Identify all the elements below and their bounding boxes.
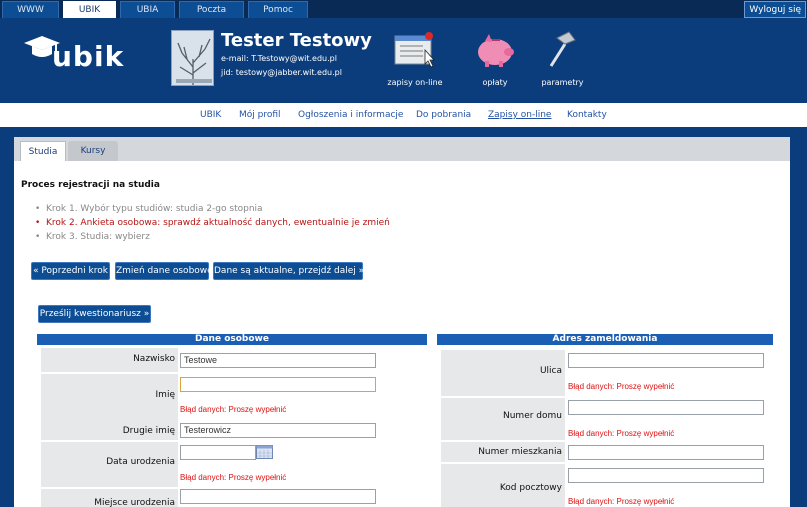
tab-poczta[interactable]: Poczta (179, 1, 244, 18)
label-cell: Imię (41, 374, 178, 422)
imie-error: Błąd danych: Proszę wypełnić (180, 405, 287, 414)
data-urodzenia-input[interactable] (180, 445, 256, 460)
content-tabstrip (14, 137, 790, 161)
label-cell: Data urodzenia (41, 442, 178, 487)
ulica-error: Błąd danych: Proszę wypełnić (568, 382, 675, 391)
change-data-button[interactable]: Zmień dane osobowe (115, 262, 213, 280)
nav-do-pobrania[interactable]: Do pobrania (416, 110, 471, 120)
nav-zapisy-online[interactable]: Zapisy on-line (488, 110, 551, 120)
prev-step-button[interactable]: « Poprzedni krok (31, 262, 110, 280)
label-cell: Ulica (441, 350, 565, 396)
label-ulica: Ulica (539, 366, 562, 376)
label-kod-pocztowy: Kod pocztowy (499, 483, 562, 493)
step-3: Krok 3. Studia: wybierz (35, 232, 150, 242)
parametry-label: parametry (541, 78, 584, 87)
kod-pocztowy-input[interactable] (568, 468, 764, 483)
header: ubik Tester Testowy e-mail: T.Testowy@wi… (0, 18, 807, 103)
numer-mieszkania-input[interactable] (568, 445, 764, 460)
label-nazwisko: Nazwisko (133, 354, 175, 364)
oplaty-link[interactable]: opłaty (470, 30, 520, 100)
label-data-urodzenia: Data urodzenia (106, 457, 175, 467)
hammer-icon (549, 31, 576, 67)
numer-domu-input[interactable] (568, 400, 764, 415)
nav-kontakty[interactable]: Kontakty (567, 110, 607, 120)
label-cell: Kod pocztowy (441, 464, 565, 507)
kod-pocztowy-error: Błąd danych: Proszę wypełnić (568, 497, 675, 506)
label-imie: Imię (155, 390, 175, 400)
zapisy-online-link[interactable]: zapisy on-line (385, 30, 445, 100)
nav-moj-profil[interactable]: Mój profil (239, 110, 281, 120)
miejsce-urodzenia-input[interactable] (180, 489, 376, 504)
data-urodzenia-error: Błąd danych: Proszę wypełnić (180, 473, 287, 482)
user-jid: jid: testowy@jabber.wit.edu.pl (221, 68, 342, 77)
section-title: Proces rejestracji na studia (21, 180, 160, 190)
main-nav: UBIK Mój profil Ogłoszenia i informacje … (0, 103, 807, 127)
label-cell: Drugie imię (41, 422, 178, 440)
tab-ubik[interactable]: UBIK (63, 1, 116, 18)
label-numer-domu: Numer domu (503, 411, 562, 421)
piggy-bank-icon (478, 34, 514, 67)
label-cell: Numer domu (441, 398, 565, 440)
tree-photo-icon (172, 31, 213, 85)
avatar (171, 30, 214, 86)
tab-studia[interactable]: Studia (20, 141, 66, 161)
step-2: Krok 2. Ankieta osobowa: sprawdź aktualn… (35, 218, 390, 228)
step-1: Krok 1. Wybór typu studiów: studia 2-go … (35, 204, 263, 214)
tab-www[interactable]: WWW (2, 1, 59, 18)
logo-text: ubik (52, 40, 125, 73)
nazwisko-input[interactable]: Testowe (180, 353, 376, 368)
ulica-input[interactable] (568, 353, 764, 368)
label-miejsce-urodzenia: Miejsce urodzenia (94, 498, 175, 507)
label-cell: Numer mieszkania (441, 442, 565, 462)
label-cell: Nazwisko (41, 348, 178, 372)
calendar-icon[interactable] (256, 445, 273, 459)
nav-ogloszenia[interactable]: Ogłoszenia i informacje (298, 110, 403, 120)
next-step-button[interactable]: Dane są aktualne, przejdź dalej » (213, 262, 364, 280)
address-header: Adres zameldowania (437, 334, 773, 345)
top-tab-bar: WWW UBIK UBIA Poczta Pomoc Wyloguj się (0, 0, 807, 18)
drugie-imie-input[interactable]: Testerowicz (180, 423, 376, 438)
label-numer-mieszkania: Numer mieszkania (478, 447, 562, 457)
user-email: e-mail: T.Testowy@wit.edu.pl (221, 54, 337, 63)
personal-data-header: Dane osobowe (37, 334, 427, 345)
logout-button[interactable]: Wyloguj się (744, 1, 806, 18)
oplaty-label: opłaty (482, 78, 508, 87)
nav-ubik[interactable]: UBIK (200, 110, 221, 120)
tab-pomoc[interactable]: Pomoc (248, 1, 308, 18)
imie-input[interactable] (180, 377, 376, 392)
parametry-link[interactable]: parametry (535, 30, 590, 100)
tab-ubia[interactable]: UBIA (120, 1, 175, 18)
zapisy-online-label: zapisy on-line (387, 78, 443, 87)
user-name: Tester Testowy (221, 30, 372, 51)
label-cell: Miejsce urodzenia (41, 489, 178, 507)
form-list-icon (394, 32, 435, 68)
label-drugie-imie: Drugie imię (122, 426, 175, 436)
numer-domu-error: Błąd danych: Proszę wypełnić (568, 429, 675, 438)
tab-kursy[interactable]: Kursy (68, 141, 118, 161)
send-form-button[interactable]: Prześlij kwestionariusz » (38, 305, 151, 323)
